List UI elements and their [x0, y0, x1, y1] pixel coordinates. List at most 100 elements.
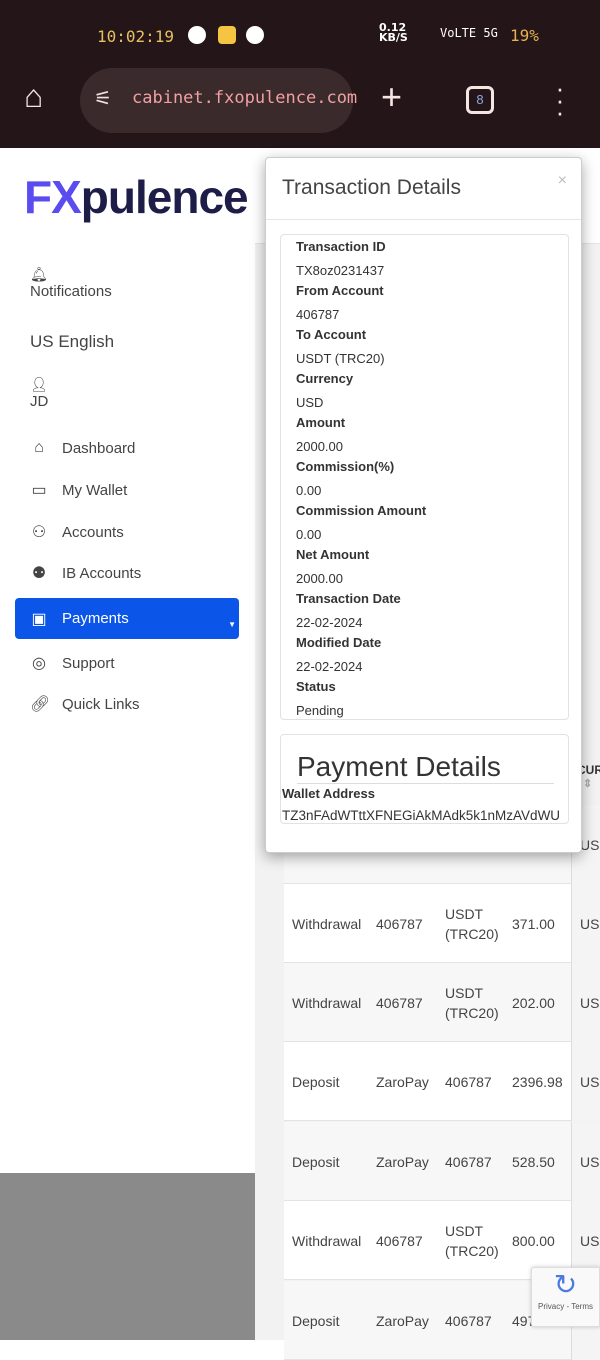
- cell-from: 406787: [376, 994, 423, 1011]
- cell-currency: USD: [571, 884, 600, 963]
- cell-type: Deposit: [292, 1153, 340, 1170]
- network-signal: VoLTE 5G: [440, 26, 498, 40]
- net-speed: 0.12 KB/S: [379, 22, 408, 44]
- table-row[interactable]: Withdrawal 406787 USDT (TRC20) 371.00 US…: [284, 884, 600, 963]
- notifications-link[interactable]: 🔔︎ Notifications: [30, 266, 112, 300]
- link-icon: 🔗︎: [30, 696, 51, 713]
- cell-type: Withdrawal: [292, 915, 362, 932]
- cell-type: Deposit: [292, 1312, 340, 1329]
- field-value: 2000.00: [296, 571, 343, 586]
- notifications-label: Notifications: [30, 283, 112, 300]
- cell-type: Withdrawal: [292, 994, 362, 1011]
- cell-currency: USD: [571, 1122, 600, 1201]
- wallet-icon: ▭: [31, 482, 47, 499]
- field-label: Net Amount: [296, 547, 370, 562]
- cell-currency: USD: [571, 1042, 600, 1121]
- sidebar-item-label: My Wallet: [62, 481, 128, 499]
- cell-to: 406787: [445, 1073, 492, 1090]
- caret-down-icon: ▼: [228, 620, 236, 629]
- logo-fx: FX: [24, 171, 82, 223]
- browser-toolbar: ⌂ ⚟ cabinet.fxopulence.com + 8 · · ·: [0, 56, 600, 148]
- cell-to: 406787: [445, 1312, 492, 1329]
- cell-from: ZaroPay: [376, 1153, 429, 1170]
- sidebar-item-accounts[interactable]: ⚇ Accounts: [15, 512, 239, 552]
- field-value: 0.00: [296, 527, 322, 542]
- recaptcha-badge[interactable]: ↻ Privacy - Terms: [531, 1267, 600, 1327]
- user-initials: JD: [30, 393, 49, 410]
- transaction-fields: Transaction ID TX8oz0231437 From Account …: [280, 234, 569, 720]
- cell-type: Deposit: [292, 1073, 340, 1090]
- field-value: 2000.00: [296, 439, 343, 454]
- sidebar-item-label: Dashboard: [62, 439, 136, 457]
- language-selector[interactable]: US English: [30, 332, 114, 352]
- recaptcha-icon: ↻: [553, 1269, 578, 1300]
- net-speed-unit: KB/S: [379, 31, 408, 44]
- clock: 10:02:19: [97, 27, 175, 46]
- bell-icon: 🔔︎: [30, 266, 48, 282]
- sidebar-item-quick-links[interactable]: 🔗︎ Quick Links: [15, 684, 239, 724]
- sidebar-item-support[interactable]: ◎ Support: [15, 643, 239, 683]
- users-icon: ⚉: [31, 565, 47, 582]
- cell-from: ZaroPay: [376, 1312, 429, 1329]
- field-label: Commission(%): [296, 459, 395, 474]
- url-text: cabinet.fxopulence.com: [132, 88, 358, 108]
- sidebar-item-ib-accounts[interactable]: ⚉ IB Accounts: [15, 553, 239, 593]
- sidebar-item-label: Support: [62, 654, 115, 672]
- cell-to: USDT (TRC20): [445, 905, 499, 942]
- cell-amount: 202.00: [512, 994, 555, 1011]
- tab-switcher-button[interactable]: 8: [466, 86, 494, 114]
- field-label: Transaction Date: [296, 591, 401, 606]
- table-row[interactable]: Deposit ZaroPay 406787 528.50 USD: [284, 1122, 600, 1201]
- chat-notification-icon: [188, 26, 206, 44]
- field-label: Amount: [296, 415, 346, 430]
- cell-from: 406787: [376, 1232, 423, 1249]
- payment-details-box: Payment Details Wallet Address TZ3nFAdWT…: [280, 734, 569, 824]
- sidebar-item-label: Accounts: [62, 523, 124, 541]
- lifebuoy-icon: ◎: [32, 655, 46, 672]
- field-value: 22-02-2024: [296, 615, 363, 630]
- fxopulence-logo[interactable]: FXpulence: [24, 170, 249, 224]
- user-menu[interactable]: 👤︎ JD: [30, 376, 48, 410]
- field-label: Commission Amount: [296, 503, 427, 518]
- sidebar: FXpulence 🔔︎ Notifications US English 👤︎ J…: [0, 148, 255, 1173]
- cell-amount: 2396.98: [512, 1073, 563, 1090]
- cell-type: Withdrawal: [292, 1232, 362, 1249]
- sort-icon[interactable]: ⇕: [583, 777, 600, 790]
- payment-details-title: Payment Details: [297, 751, 554, 784]
- field-label: From Account: [296, 283, 384, 298]
- recaptcha-links[interactable]: Privacy - Terms: [532, 1302, 599, 1311]
- cell-to: USDT (TRC20): [445, 1222, 499, 1259]
- field-value: 22-02-2024: [296, 659, 363, 674]
- field-value: 406787: [296, 307, 340, 322]
- sidebar-item-label: Quick Links: [62, 695, 140, 713]
- table-row[interactable]: Withdrawal 406787 USDT (TRC20) 202.00 US…: [284, 963, 600, 1042]
- circle-notification-icon: [246, 26, 264, 44]
- cell-to: 406787: [445, 1153, 492, 1170]
- user-plus-icon: ⚇: [31, 524, 47, 541]
- field-label: Transaction ID: [296, 239, 386, 254]
- sidebar-item-dashboard[interactable]: ⌂ Dashboard: [15, 428, 239, 468]
- new-tab-icon[interactable]: +: [381, 76, 402, 118]
- logo-text: pulence: [80, 171, 249, 223]
- sidebar-item-label: IB Accounts: [62, 564, 142, 582]
- cell-from: ZaroPay: [376, 1073, 429, 1090]
- wallet-address-value: TZ3nFAdWTttXFNEGiAkMAdk5k1nMzAVdWU: [282, 808, 561, 823]
- transaction-details-modal: Transaction Details × Transaction ID TX8…: [265, 157, 582, 853]
- home-icon[interactable]: ⌂: [24, 78, 43, 115]
- close-icon[interactable]: ×: [558, 172, 567, 190]
- sidebar-item-my-wallet[interactable]: ▭ My Wallet: [15, 470, 239, 510]
- address-bar[interactable]: ⚟ cabinet.fxopulence.com: [80, 68, 357, 133]
- more-menu-icon[interactable]: · · ·: [553, 75, 567, 125]
- payments-icon: ▣: [31, 610, 47, 628]
- site-settings-icon[interactable]: ⚟: [94, 86, 112, 110]
- cell-amount: 528.50: [512, 1153, 555, 1170]
- table-row[interactable]: Deposit ZaroPay 406787 2396.98 USD: [284, 1042, 600, 1121]
- field-label: To Account: [296, 327, 367, 342]
- field-label: Currency: [296, 371, 354, 386]
- cell-to: USDT (TRC20): [445, 984, 499, 1021]
- battery-level: 19%: [510, 26, 539, 45]
- field-value: TX8oz0231437: [296, 263, 385, 278]
- sidebar-item-payments[interactable]: ▣ Payments ▼: [15, 598, 239, 639]
- field-value: 0.00: [296, 483, 322, 498]
- home-icon: ⌂: [34, 439, 44, 456]
